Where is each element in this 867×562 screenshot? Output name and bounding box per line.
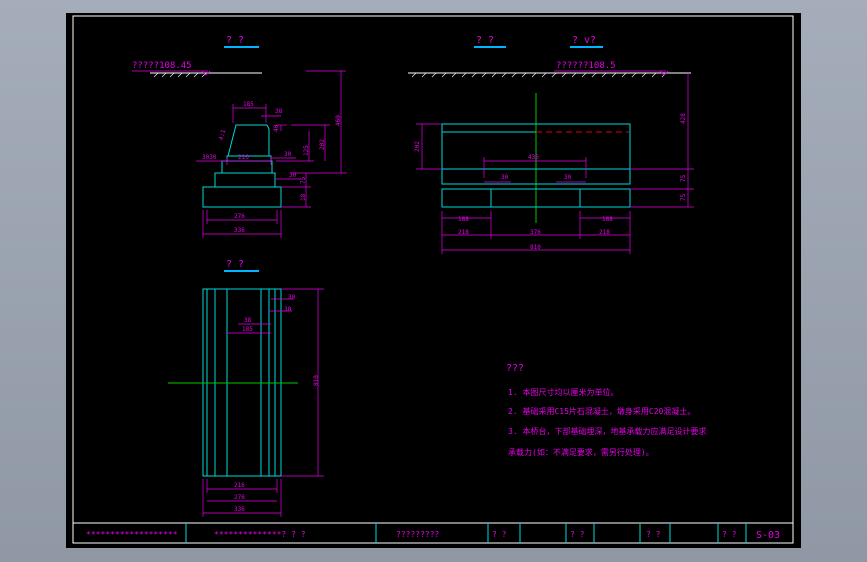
plan-view-title: ? v? [572,35,596,46]
title-cell-3: ????????? [396,530,440,539]
side-dim-30b: 30 [289,172,297,179]
side-view-title: ? ? [226,35,244,46]
top-dim-276: 276 [234,494,245,501]
cad-viewport: ? ? ?????108.45 185 38 40 460 202 125 21… [0,0,867,562]
notes-line-4: 承载力(如：不满足要求，需另行处理)。 [508,447,654,457]
top-dim-216: 216 [234,482,245,489]
front-dim-376: 376 [530,229,541,236]
side-step2 [214,172,276,188]
side-dim-75: 75 [300,176,307,184]
front-dim-30a: 30 [501,174,509,181]
front-dim-188a: 188 [458,216,469,223]
front-dim-188b: 188 [602,216,613,223]
title-cell-7: ? ? [722,530,737,539]
sheet-border [72,15,794,544]
top-dim-30a: 30 [288,294,296,301]
side-cap [226,155,272,162]
notes-block: ??? 1. 本图尺寸均以厘米为单位。 2. 基础采用C15片石混凝土，墩身采用… [506,363,706,457]
side-view: ? ? ?????108.45 185 38 40 460 202 125 21… [132,35,347,238]
side-dim-202: 202 [319,139,326,150]
front-view-title: ? ? [476,35,494,46]
top-dim-30b: 30 [284,306,292,313]
side-dim-185: 185 [243,101,254,108]
front-dim-218a: 218 [458,229,469,236]
front-dim-202: 202 [414,141,421,152]
title-cell-2: **************? ? ? [214,530,306,539]
side-dim-216: 216 [238,154,249,161]
top-view-title: ? ? [226,259,244,270]
title-cell-1: ******************* [86,530,178,539]
side-elevation-label: ?????108.45 [132,61,192,71]
notes-heading: ??? [506,363,524,374]
side-step1 [221,160,273,174]
side-dim-336: 336 [234,227,245,234]
title-cell-5: ? ? [570,530,585,539]
top-dim-336: 336 [234,506,245,513]
side-footing [202,186,282,208]
front-dim-428: 428 [680,113,687,124]
top-view: ? ? 30 30 38 185 810 216 276 336 [168,259,324,517]
front-dim-75a: 75 [680,174,687,182]
front-dim-75b: 75 [680,193,687,201]
side-ground-hatch [153,72,207,78]
title-cell-6: ? ? [646,530,661,539]
front-dim-436: 436 [528,154,539,161]
side-dim-125: 125 [303,145,310,156]
title-cell-4: ? ? [492,530,507,539]
front-dim-218b: 218 [599,229,610,236]
side-dim-18: 18 [300,193,307,201]
front-elevation-label: ??????108.5 [556,61,616,71]
side-dim-460: 460 [335,115,342,126]
title-block: ******************* **************? ? ? … [72,522,794,544]
front-ground-hatch [411,72,667,78]
side-dim-40: 40 [273,124,280,132]
front-view: ? ? ? v? ??????108.5 202 436 428 75 75 3… [408,35,694,254]
notes-line-1: 1. 本图尺寸均以厘米为单位。 [508,387,618,397]
side-slope-label: 4:1 [218,128,228,141]
drawing-sheet: ? ? ?????108.45 185 38 40 460 202 125 21… [66,13,801,548]
top-dim-185: 185 [242,326,253,333]
side-dim-276: 276 [234,213,245,220]
notes-line-3: 3. 本桥台，下部基础埋深，地基承载力应满足设计要求 [508,426,706,436]
sheet-number: S-03 [756,530,780,541]
side-dim-38: 38 [275,108,283,115]
top-dim-810: 810 [313,375,320,386]
notes-line-2: 2. 基础采用C15片石混凝土，墩身采用C20混凝土。 [508,406,695,416]
front-dim-30b: 30 [564,174,572,181]
front-dim-810: 810 [530,244,541,251]
top-dim-38: 38 [244,317,252,324]
abutment-drawing: ? ? ?????108.45 185 38 40 460 202 125 21… [72,15,794,544]
side-dim-30a: 30 [284,151,292,158]
side-backwall [227,124,270,157]
side-dim-3030: 3030 [202,154,217,161]
